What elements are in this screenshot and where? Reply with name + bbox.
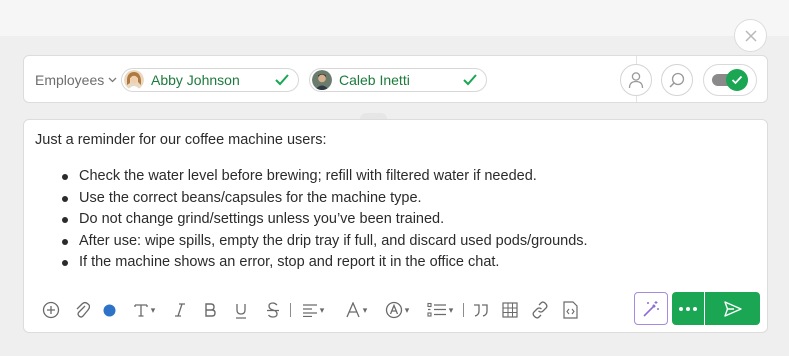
avatar	[312, 70, 332, 90]
text-size-icon[interactable]: ▾	[130, 300, 158, 320]
bold-icon[interactable]	[202, 300, 218, 320]
font-icon[interactable]: ▾	[342, 300, 370, 320]
send-button[interactable]	[705, 292, 760, 325]
close-icon	[744, 29, 757, 42]
top-band	[0, 0, 789, 36]
send-icon	[723, 300, 742, 317]
toggle-knob	[726, 69, 748, 91]
align-icon[interactable]: ▾	[298, 300, 328, 320]
chevron-down-icon	[108, 77, 117, 83]
search-button[interactable]	[661, 64, 693, 96]
toggle-switch[interactable]	[703, 64, 757, 96]
message-intro: Just a reminder for our coffee machine u…	[35, 132, 327, 148]
underline-icon[interactable]	[232, 300, 250, 320]
formatting-toolbar: ▾ ▾ ▾ ▾ ▾	[24, 294, 624, 326]
list-icon[interactable]: ▾	[424, 300, 456, 320]
recipient-type-dropdown[interactable]: Employees	[35, 70, 117, 90]
check-icon	[275, 74, 289, 86]
strikethrough-icon[interactable]	[264, 300, 282, 320]
avatar	[124, 70, 144, 90]
text-style-icon[interactable]: ▾	[382, 300, 412, 320]
check-icon	[463, 74, 477, 86]
plus-circle-icon[interactable]	[41, 300, 61, 320]
recipient-type-label: Employees	[35, 72, 105, 88]
ai-assistant-button[interactable]	[634, 292, 668, 325]
italic-icon[interactable]	[172, 300, 188, 320]
recipient-chip[interactable]: Caleb Inetti	[309, 68, 487, 92]
toolbar-separator	[290, 303, 291, 317]
color-dot-icon[interactable]	[102, 300, 116, 320]
recipient-name: Caleb Inetti	[339, 72, 410, 88]
list-item: Check the water level before brewing; re…	[62, 166, 588, 188]
paperclip-icon[interactable]	[72, 300, 92, 320]
message-editor[interactable]: Just a reminder for our coffee machine u…	[23, 119, 768, 333]
search-icon	[669, 72, 685, 88]
magic-wand-icon	[643, 300, 659, 317]
list-item: Do not change grind/settings unless you’…	[62, 209, 588, 231]
check-icon	[731, 75, 743, 85]
recipient-chip[interactable]: Abby Johnson	[121, 68, 299, 92]
more-options-button[interactable]	[672, 292, 704, 325]
link-icon[interactable]	[530, 300, 550, 320]
bullet-list: Check the water level before brewing; re…	[62, 166, 588, 274]
list-item: If the machine shows an error, stop and …	[62, 252, 588, 274]
table-icon[interactable]	[500, 300, 520, 320]
user-button[interactable]	[620, 64, 652, 96]
recipient-name: Abby Johnson	[151, 72, 240, 88]
list-item: After use: wipe spills, empty the drip t…	[62, 231, 588, 253]
user-icon	[628, 72, 644, 89]
list-item: Use the correct beans/capsules for the m…	[62, 188, 588, 210]
quote-icon[interactable]	[471, 300, 491, 320]
recipients-bar: Employees Abby Johnson Caleb Inetti	[23, 55, 768, 103]
code-icon[interactable]	[560, 300, 580, 320]
close-button[interactable]	[734, 19, 767, 52]
toolbar-separator	[463, 303, 464, 317]
